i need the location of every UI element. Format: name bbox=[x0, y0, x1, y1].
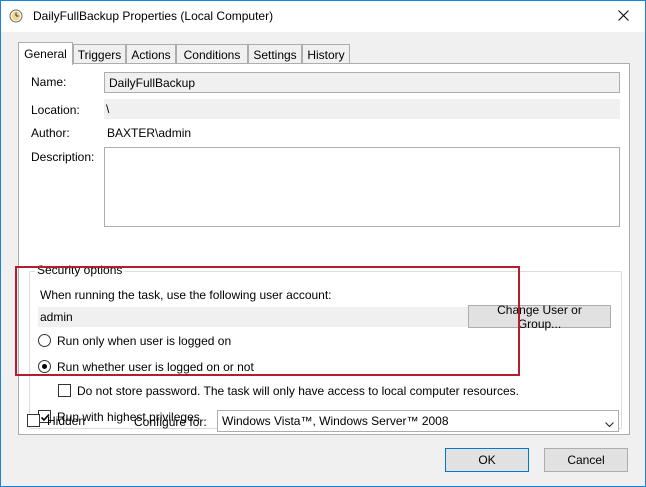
user-account-value: admin bbox=[38, 307, 476, 327]
tab-settings[interactable]: Settings bbox=[248, 44, 302, 64]
tab-triggers[interactable]: Triggers bbox=[73, 44, 126, 64]
name-label: Name: bbox=[31, 75, 67, 89]
author-label: Author: bbox=[31, 126, 70, 140]
general-tab-page: Name: DailyFullBackup Location: \ Author… bbox=[18, 63, 630, 435]
hidden-checkbox[interactable] bbox=[27, 414, 40, 427]
description-textarea[interactable] bbox=[104, 147, 620, 227]
chevron-down-icon bbox=[605, 417, 614, 431]
run-whether-label[interactable]: Run whether user is logged on or not bbox=[57, 360, 254, 374]
account-prompt: When running the task, use the following… bbox=[40, 288, 332, 302]
run-whether-radio[interactable] bbox=[38, 360, 51, 373]
location-label: Location: bbox=[31, 103, 80, 117]
configure-for-value: Windows Vista™, Windows Server™ 2008 bbox=[222, 414, 449, 428]
tab-actions[interactable]: Actions bbox=[126, 44, 176, 64]
change-user-button[interactable]: Change User or Group... bbox=[468, 303, 611, 331]
window-title: DailyFullBackup Properties (Local Comput… bbox=[33, 9, 274, 23]
run-logged-on-radio[interactable] bbox=[38, 334, 51, 347]
ok-button[interactable]: OK bbox=[445, 448, 529, 472]
tab-general[interactable]: General bbox=[18, 42, 73, 65]
description-label: Description: bbox=[31, 150, 95, 164]
tab-conditions[interactable]: Conditions bbox=[176, 44, 248, 64]
cancel-button[interactable]: Cancel bbox=[544, 448, 628, 472]
configure-for-label: Configure for: bbox=[134, 415, 207, 429]
location-value: \ bbox=[104, 99, 620, 119]
task-clock-icon bbox=[9, 9, 23, 23]
title-bar[interactable]: DailyFullBackup Properties (Local Comput… bbox=[1, 1, 645, 32]
no-store-password-checkbox[interactable] bbox=[58, 384, 71, 397]
run-logged-on-label[interactable]: Run only when user is logged on bbox=[57, 334, 231, 348]
name-field[interactable]: DailyFullBackup bbox=[104, 72, 620, 93]
hidden-label[interactable]: Hidden bbox=[47, 414, 85, 428]
tab-history[interactable]: History bbox=[302, 44, 350, 64]
no-store-password-label[interactable]: Do not store password. The task will onl… bbox=[77, 384, 519, 398]
configure-for-select[interactable]: Windows Vista™, Windows Server™ 2008 bbox=[217, 410, 619, 432]
close-icon bbox=[617, 9, 629, 24]
author-value: BAXTER\admin bbox=[107, 126, 192, 140]
security-options-title: Security options bbox=[35, 263, 125, 277]
close-button[interactable] bbox=[601, 1, 645, 32]
dialog-client: General Triggers Actions Conditions Sett… bbox=[1, 32, 645, 486]
properties-dialog: DailyFullBackup Properties (Local Comput… bbox=[0, 0, 646, 487]
